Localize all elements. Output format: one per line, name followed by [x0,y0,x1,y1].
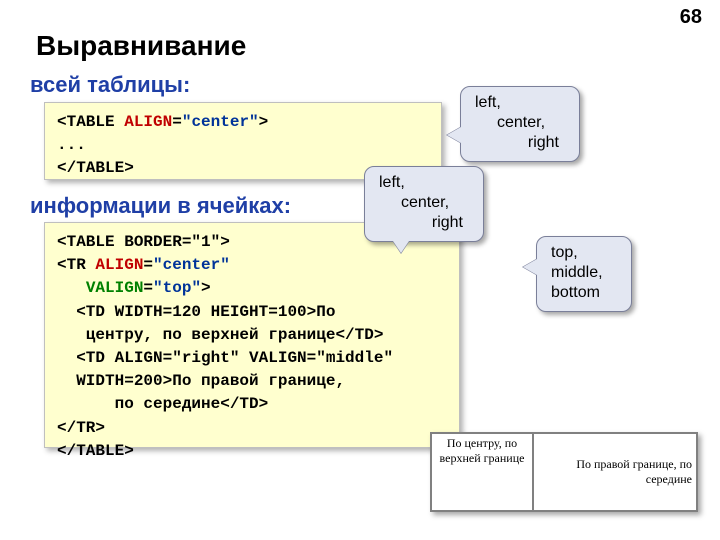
code-text: <TR [57,256,95,274]
callout-line: right [475,133,567,153]
callout-line: top, [551,244,578,261]
subtitle-whole-table: всей таблицы: [30,72,190,98]
code-text: </TABLE> [57,442,134,460]
code-keyword: ALIGN [124,113,172,131]
code-text: WIDTH=200>По правой границе, [57,372,345,390]
code-text: </TABLE> [57,159,134,177]
code-text: > [201,279,211,297]
callout-tail-icon [393,241,409,253]
code-text: <TABLE BORDER="1"> [57,233,230,251]
code-text: по середине</TD> [57,395,268,413]
callout-tail-icon [447,127,461,143]
code-text: = [143,256,153,274]
code-text: центру, по верхней границе</TD> [57,326,383,344]
callout-align-values-1: left, center, right [460,86,580,162]
callout-line: right [379,213,471,233]
code-value: "center" [153,256,230,274]
code-text: > [259,113,269,131]
rendered-cell-right: По правой границе, по середине [533,433,697,511]
code-text: <TD ALIGN="right" VALIGN="middle" [57,349,393,367]
code-block-cell-align: <TABLE BORDER="1"> <TR ALIGN="center" VA… [44,222,460,448]
rendered-cell-left: По центру, по верхней границе [431,433,533,511]
code-text: = [143,279,153,297]
page-title: Выравнивание [36,30,246,62]
callout-valign-values: top, middle, bottom [536,236,632,312]
subtitle-cell-info: информации в ячейках: [30,193,291,219]
code-text: <TABLE [57,113,124,131]
table-row: По центру, по верхней границе По правой … [431,433,697,511]
code-value: "center" [182,113,259,131]
rendered-table-preview: По центру, по верхней границе По правой … [430,432,698,512]
callout-line: bottom [551,284,600,301]
code-text: <TD WIDTH=120 HEIGHT=100>По [57,303,335,321]
callout-align-values-2: left, center, right [364,166,484,242]
callout-tail-icon [523,259,537,275]
page-number: 68 [680,6,702,29]
code-text: </TR> [57,419,105,437]
callout-line: middle, [551,264,603,281]
callout-line: center, [379,193,471,213]
code-text [57,279,86,297]
code-text: = [172,113,182,131]
code-value: "top" [153,279,201,297]
rendered-table: По центру, по верхней границе По правой … [430,432,698,512]
callout-line: left, [379,174,405,191]
code-text: ... [57,136,86,154]
callout-line: center, [475,113,567,133]
code-keyword: ALIGN [95,256,143,274]
callout-line: left, [475,94,501,111]
code-keyword: VALIGN [86,279,144,297]
